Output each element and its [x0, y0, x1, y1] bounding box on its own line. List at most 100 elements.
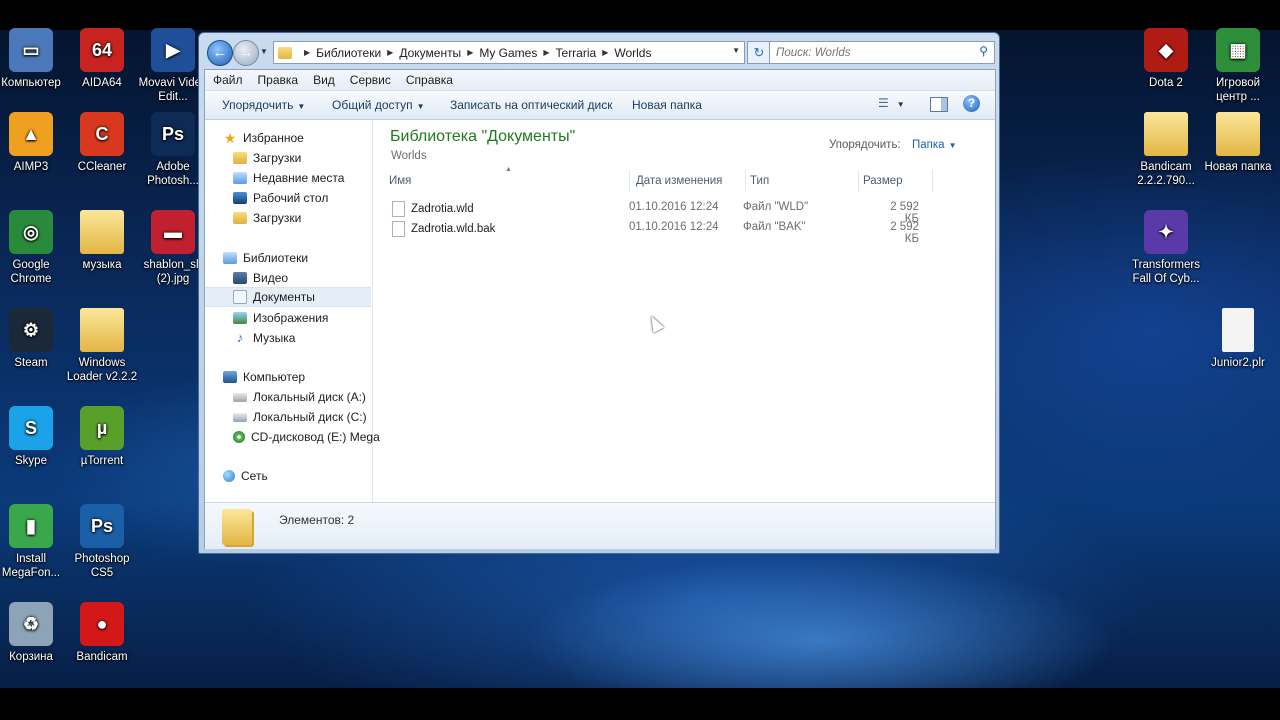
- desktop-shortcut-label: Dota 2: [1149, 77, 1183, 89]
- breadcrumb-item[interactable]: Документы: [399, 46, 461, 60]
- desktop-shortcut[interactable]: ◆ Dota 2: [1130, 28, 1202, 90]
- skype-icon: S: [9, 406, 53, 450]
- bandicam-icon: ●: [80, 602, 124, 646]
- recent-pages-dropdown[interactable]: ▼: [260, 47, 268, 56]
- nav-favorites[interactable]: ★ Избранное: [223, 128, 304, 148]
- nav-recent-places[interactable]: Недавние места: [233, 168, 344, 188]
- command-bar: Упорядочить ▼ Общий доступ ▼ Записать на о…: [205, 91, 995, 120]
- transformers-icon: ✦: [1144, 210, 1188, 254]
- desktop-shortcut-label: CCleaner: [77, 161, 127, 173]
- file-row[interactable]: Zadrotia.wld 01.10.2016 12:24 Файл "WLD"…: [385, 198, 945, 225]
- organize-button[interactable]: Упорядочить ▼: [222, 98, 305, 112]
- file-type: Файл "BAK": [743, 221, 806, 233]
- menu-help[interactable]: Справка: [398, 73, 460, 87]
- address-row: ← → ▼ ▶ Библиотеки ▶ Документы ▶ My Game…: [203, 37, 995, 67]
- breadcrumb-item[interactable]: Worlds: [614, 46, 651, 60]
- share-button[interactable]: Общий доступ ▼: [332, 98, 425, 112]
- address-bar[interactable]: ▶ Библиотеки ▶ Документы ▶ My Games ▶ Te…: [273, 41, 745, 64]
- desktop-shortcut-label: Photoshop CS5: [74, 553, 130, 579]
- column-header-name[interactable]: Имя: [385, 170, 630, 192]
- network-icon: [223, 470, 235, 482]
- libraries-icon: [223, 252, 237, 264]
- help-button[interactable]: ?: [963, 95, 980, 112]
- breadcrumb-item[interactable]: Библиотеки: [316, 46, 381, 60]
- megafon-icon: ▮: [9, 504, 53, 548]
- preview-pane-button[interactable]: [930, 97, 948, 112]
- nav-libraries[interactable]: Библиотеки: [223, 248, 308, 268]
- nav-videos[interactable]: Видео: [233, 268, 288, 288]
- desktop-shortcut[interactable]: Junior2.plr: [1202, 308, 1274, 370]
- nav-downloads-2[interactable]: Загрузки: [233, 208, 301, 228]
- view-options-button[interactable]: ☰ ▼: [878, 96, 912, 114]
- desktop-shortcut-label: Steam: [14, 357, 48, 369]
- column-header-size[interactable]: Размер: [859, 170, 933, 192]
- photoshop-icon: Ps: [151, 112, 195, 156]
- desktop-shortcut[interactable]: C CCleaner: [66, 112, 138, 174]
- address-dropdown-icon[interactable]: ▼: [732, 46, 740, 55]
- desktop-shortcut[interactable]: ✦ Transformers Fall Of Cyb...: [1130, 210, 1202, 286]
- menu-view[interactable]: Вид: [305, 73, 342, 87]
- photoshop-icon: Ps: [80, 504, 124, 548]
- nav-network[interactable]: Сеть: [223, 466, 268, 486]
- desktop-shortcut-label: музыка: [82, 259, 122, 271]
- desktop-shortcut[interactable]: Новая папка: [1202, 112, 1274, 174]
- nav-drive-a[interactable]: Локальный диск (A:): [233, 387, 366, 407]
- burn-button[interactable]: Записать на оптический диск: [450, 98, 613, 112]
- folder-icon: [1216, 112, 1260, 156]
- nav-desktop[interactable]: Рабочий стол: [233, 188, 328, 208]
- desktop-shortcut[interactable]: музыка: [66, 210, 138, 272]
- search-input[interactable]: [774, 42, 968, 63]
- nav-downloads[interactable]: Загрузки: [233, 148, 301, 168]
- desktop-shortcut-label: AIMP3: [13, 161, 49, 173]
- desktop-shortcut[interactable]: ● Bandicam: [66, 602, 138, 664]
- desktop-shortcut[interactable]: ▲ AIMP3: [0, 112, 67, 174]
- desktop-shortcut[interactable]: ◎ Google Chrome: [0, 210, 67, 286]
- forward-button[interactable]: →: [233, 40, 259, 66]
- folder-icon: [222, 509, 252, 545]
- desktop-shortcut[interactable]: Ps Photoshop CS5: [66, 504, 138, 580]
- folder-icon: [1144, 112, 1188, 156]
- nav-pictures[interactable]: Изображения: [233, 308, 328, 328]
- desktop-shortcut[interactable]: Bandicam 2.2.2.790...: [1130, 112, 1202, 188]
- search-box[interactable]: ⚲: [769, 41, 995, 64]
- nav-computer[interactable]: Компьютер: [223, 367, 305, 387]
- arrange-by-dropdown[interactable]: Папка ▼: [912, 139, 957, 151]
- menu-tools[interactable]: Сервис: [342, 73, 398, 87]
- pictures-icon: [233, 312, 247, 324]
- nav-drive-c[interactable]: Локальный диск (C:): [233, 407, 367, 427]
- desktop-shortcut[interactable]: Windows Loader v2.2.2: [66, 308, 138, 384]
- file-type: Файл "WLD": [743, 201, 809, 213]
- desktop-shortcut-label: Bandicam 2.2.2.790...: [1137, 161, 1195, 187]
- column-header-type[interactable]: Тип: [746, 170, 859, 192]
- desktop-shortcut[interactable]: ▦ Игровой центр ...: [1202, 28, 1274, 104]
- column-header-date[interactable]: Дата изменения: [632, 170, 746, 192]
- desktop-shortcut[interactable]: µ µTorrent: [66, 406, 138, 468]
- new-folder-button[interactable]: Новая папка: [632, 98, 702, 112]
- search-icon[interactable]: ⚲: [979, 44, 988, 58]
- breadcrumb-item[interactable]: Terraria: [556, 46, 597, 60]
- nav-drive-e[interactable]: CD-дисковод (E:) Mega: [233, 427, 380, 447]
- music-note-icon: ♪: [236, 330, 244, 345]
- desktop-shortcut[interactable]: ▮ Install MegaFon...: [0, 504, 67, 580]
- documents-icon: [233, 290, 247, 304]
- arrange-by-label: Упорядочить:: [829, 139, 901, 151]
- folder-icon: [80, 210, 124, 254]
- breadcrumb-item[interactable]: My Games: [479, 46, 537, 60]
- back-button[interactable]: ←: [207, 40, 233, 66]
- menu-file[interactable]: Файл: [205, 73, 250, 87]
- desktop-shortcut[interactable]: 64 AIDA64: [66, 28, 138, 90]
- file-row[interactable]: Zadrotia.wld.bak 01.10.2016 12:24 Файл "…: [385, 218, 945, 245]
- nav-music[interactable]: ♪ Музыка: [233, 328, 296, 348]
- nav-documents[interactable]: Документы: [205, 287, 371, 307]
- file-date: 01.10.2016 12:24: [629, 221, 719, 233]
- desktop-shortcut[interactable]: ♻ Корзина: [0, 602, 67, 664]
- item-count: Элементов: 2: [279, 513, 355, 527]
- explorer-window: ← → ▼ ▶ Библиотеки ▶ Документы ▶ My Game…: [198, 32, 1000, 554]
- desktop-shortcut[interactable]: ▭ Компьютер: [0, 28, 67, 90]
- desktop-shortcut-label: Новая папка: [1204, 161, 1272, 173]
- desktop-shortcut[interactable]: ⚙ Steam: [0, 308, 67, 370]
- folder-icon: [233, 152, 247, 164]
- menu-edit[interactable]: Правка: [250, 73, 306, 87]
- refresh-button[interactable]: ↻: [747, 41, 771, 64]
- desktop-shortcut[interactable]: S Skype: [0, 406, 67, 468]
